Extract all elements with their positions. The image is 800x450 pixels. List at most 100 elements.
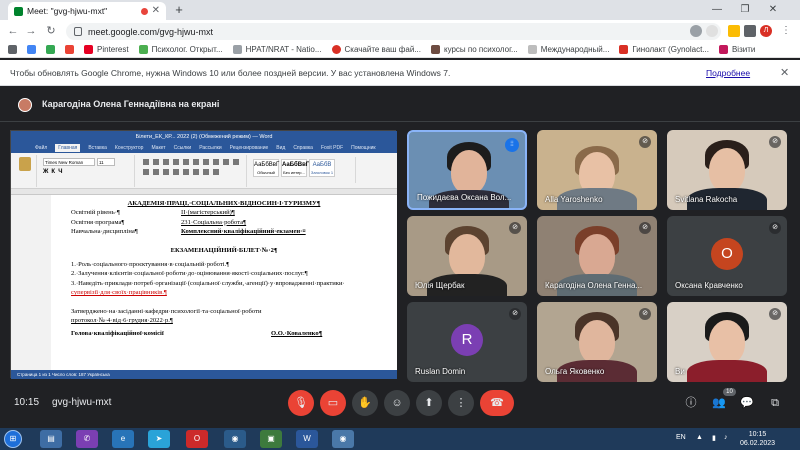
word-tab-help[interactable]: Справка <box>293 145 313 151</box>
back-button[interactable]: ← <box>6 24 20 38</box>
chat-icon[interactable]: 💬 <box>738 394 756 412</box>
word-tab-home[interactable]: Главная <box>55 144 81 152</box>
bookmark-courses[interactable]: курсы по психолог... <box>430 45 518 54</box>
leave-call-button[interactable]: ☎ <box>480 390 514 416</box>
word-tab-mailings[interactable]: Рассылки <box>199 145 221 151</box>
tray-arrow-icon[interactable]: ▲ <box>696 434 703 441</box>
style-no-spacing[interactable]: АаБбВвГ Без интер... <box>281 159 309 177</box>
update-info-bar: Чтобы обновлять Google Chrome, нужна Win… <box>0 60 800 86</box>
volume-icon[interactable]: ♪ <box>724 434 728 441</box>
word-tab-assistant[interactable]: Помощник <box>351 145 375 151</box>
activities-icon[interactable]: ⧉ <box>766 394 784 412</box>
font-size-select[interactable]: 11 <box>97 158 115 166</box>
address-bar[interactable]: meet.google.com/gvg-hjwu-mxt <box>66 23 721 40</box>
chrome-icon[interactable]: ◉ <box>224 430 246 448</box>
present-button[interactable]: ⬆ <box>416 390 442 416</box>
bookmark-international[interactable]: Международный... <box>527 45 609 54</box>
raise-hand-button[interactable]: ✋ <box>352 390 378 416</box>
taskbar-clock[interactable]: 10:15 06.02.2023 <box>740 430 775 448</box>
bookmark-pinterest[interactable]: Pinterest <box>84 45 129 54</box>
info-icon[interactable]: ⓘ <box>682 394 700 412</box>
word-tab-layout[interactable]: Макет <box>151 145 165 151</box>
info-more-link[interactable]: Подробнее <box>706 68 750 78</box>
tab-close-icon[interactable]: ✕ <box>152 6 160 16</box>
doc-spacer <box>71 237 377 246</box>
share-icon[interactable] <box>690 25 702 37</box>
participant-tile[interactable]: ⊘ Ольга Яковенко <box>537 302 657 382</box>
bookmark-page-icon <box>138 45 148 54</box>
new-tab-button[interactable]: + <box>172 3 186 17</box>
doc-question-2: 2.·Залучення·клієнтів·соціальної·роботи·… <box>71 270 308 278</box>
participant-tile[interactable]: ⦙⦙ Пожидаєва Оксана Вол... <box>407 130 527 210</box>
tab-title: Meet: "gvg-hjwu-mxt" <box>27 6 108 16</box>
bookmark-download[interactable]: Скачайте ваш фай... <box>331 45 421 54</box>
bookmark-visits[interactable]: Візити <box>718 45 755 54</box>
participant-tile[interactable]: ⊘ Юлія Щербак <box>407 216 527 296</box>
word-tab-insert[interactable]: Вставка <box>88 145 107 151</box>
chrome-active-icon[interactable]: ◉ <box>332 430 354 448</box>
people-icon[interactable]: 👥 <box>710 394 728 412</box>
minimize-button[interactable]: — <box>706 3 728 17</box>
participant-tile[interactable]: R ⊘ Ruslan Domin <box>407 302 527 382</box>
paste-icon[interactable] <box>18 157 31 171</box>
internet-explorer-icon[interactable]: e <box>112 430 134 448</box>
star-icon[interactable] <box>706 25 718 37</box>
explorer-icon[interactable]: ▣ <box>260 430 282 448</box>
language-indicator[interactable]: EN <box>676 434 686 441</box>
reactions-button[interactable]: ☺ <box>384 390 410 416</box>
editing-group[interactable] <box>355 157 391 183</box>
telegram-icon[interactable]: ➤ <box>148 430 170 448</box>
word-tab-review[interactable]: Рецензирование <box>230 145 269 151</box>
google-bookmark-icon[interactable] <box>27 45 36 54</box>
word-tab-view[interactable]: Вид <box>276 145 285 151</box>
shared-screen[interactable]: Білети_ЕК_КР... 2022 (2) (Обмежений режи… <box>10 130 397 379</box>
bookmark-nrat[interactable]: НРАТ/NRAT - Natio... <box>232 45 322 54</box>
extensions-puzzle-icon[interactable] <box>744 25 756 37</box>
viber-icon[interactable]: ✆ <box>76 430 98 448</box>
doc-level-row: Освітній рівень·¶ ІІ·(магістерський)¶ <box>71 209 235 217</box>
forward-button[interactable]: → <box>24 24 38 38</box>
paragraph-buttons[interactable] <box>143 159 239 165</box>
participant-tile[interactable]: ⊘ Svitlana Rakocha <box>667 130 787 210</box>
apps-icon[interactable] <box>8 45 17 54</box>
folder-icon[interactable]: ▤ <box>40 430 62 448</box>
youtube-bookmark-icon[interactable] <box>65 45 74 54</box>
bookmark-gynolact[interactable]: Гинолакт (Gynolact... <box>619 45 709 54</box>
participant-tile[interactable]: ⊘ Карагодіна Олена Генна... <box>537 216 657 296</box>
profile-avatar[interactable]: Л <box>760 25 772 37</box>
close-window-button[interactable]: ✕ <box>762 3 784 17</box>
menu-icon[interactable]: ⋮ <box>780 25 792 37</box>
extension-icon[interactable] <box>728 25 740 37</box>
bold-italic-underline-buttons[interactable]: ЖКЧ <box>43 169 65 175</box>
doc-protocol: протокол·№·4·від·6·грудня·2022·р.¶ <box>71 317 173 325</box>
word-tab-foxit[interactable]: Foxit PDF <box>321 145 343 151</box>
start-button[interactable]: ⊞ <box>4 430 22 448</box>
participant-tile[interactable]: ⊘ Ви <box>667 302 787 382</box>
more-options-button[interactable]: ⋮ <box>448 390 474 416</box>
word-tab-design[interactable]: Конструктор <box>115 145 144 151</box>
presenter-text: Карагодіна Олена Геннадіївна на екрані <box>42 99 220 109</box>
mic-off-icon: ⊘ <box>639 222 651 234</box>
camera-toggle-button[interactable]: ▭ <box>320 390 346 416</box>
style-normal[interactable]: АаБбВвГ Обычный <box>253 159 279 177</box>
style-heading-1[interactable]: АаБбВ Заголовок 1 <box>309 159 335 177</box>
word-tab-file[interactable]: Файл <box>35 145 47 151</box>
network-icon[interactable]: ▮ <box>712 434 716 442</box>
mic-off-icon: ⊘ <box>769 222 781 234</box>
font-name-select[interactable]: Times New Roman <box>43 158 95 166</box>
info-close-icon[interactable]: ✕ <box>780 66 789 79</box>
word-icon[interactable]: W <box>296 430 318 448</box>
participant-tile[interactable]: ⊘ Alla Yaroshenko <box>537 130 657 210</box>
alignment-buttons[interactable] <box>143 169 223 175</box>
maximize-button[interactable]: ❐ <box>734 3 756 17</box>
mic-toggle-button[interactable]: 🎙 <box>288 390 314 416</box>
reload-button[interactable]: ↻ <box>44 24 58 38</box>
opera-icon[interactable]: O <box>186 430 208 448</box>
participant-tile[interactable]: О ⊘ Оксана Кравченко <box>667 216 787 296</box>
bookmark-psycholog[interactable]: Психолог. Открыт... <box>138 45 223 54</box>
meet-tab[interactable]: Meet: "gvg-hjwu-mxt" ✕ <box>8 2 166 20</box>
bookmark-icon[interactable] <box>46 45 55 54</box>
bookmark-page-icon <box>619 45 629 54</box>
doc-program-row: Освітня·програма¶ 231·Соціальна·робота¶ <box>71 218 247 226</box>
word-tab-references[interactable]: Ссылки <box>174 145 192 151</box>
